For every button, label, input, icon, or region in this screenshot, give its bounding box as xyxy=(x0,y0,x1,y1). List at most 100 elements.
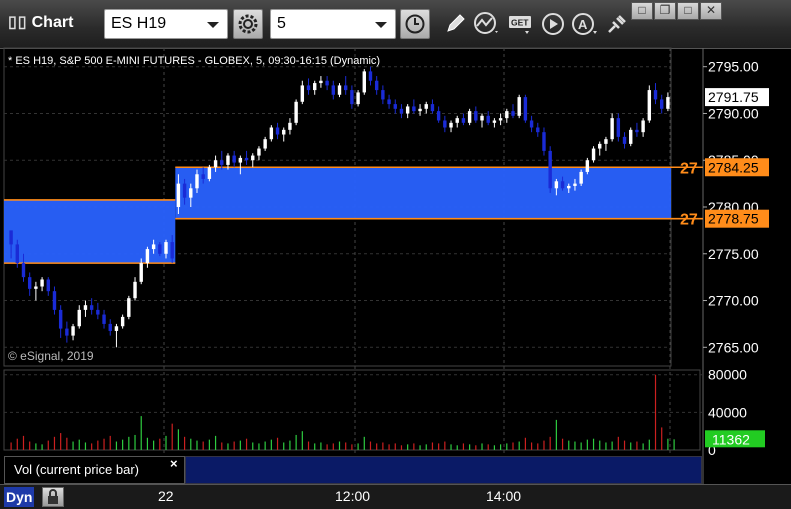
price-axis-label: 2795.00 xyxy=(708,59,759,75)
candle-body xyxy=(263,139,267,149)
volume-last-label: 11362 xyxy=(712,431,750,447)
time-label-1200: 12:00 xyxy=(335,488,371,504)
price-axis-label: 2770.00 xyxy=(708,293,759,309)
candle-body xyxy=(21,263,26,278)
candle-body xyxy=(598,143,602,149)
price-axis-label: 2790.00 xyxy=(708,105,759,121)
candle-body xyxy=(635,129,639,133)
candle-body xyxy=(641,120,645,133)
candle-body xyxy=(523,97,528,121)
candle-body xyxy=(288,122,292,130)
candle-body xyxy=(207,167,212,179)
candle-body xyxy=(201,174,205,179)
candle-body xyxy=(455,118,459,123)
candle-body xyxy=(182,183,187,198)
candle-body xyxy=(405,106,410,114)
candle-body xyxy=(529,120,534,128)
candle-body xyxy=(83,305,88,310)
time-label-22: 22 xyxy=(158,488,174,504)
candle-body xyxy=(195,174,199,189)
candle-body xyxy=(269,127,274,140)
candle-body xyxy=(554,181,559,189)
last-price-label: 2791.75 xyxy=(708,89,759,105)
candle-body xyxy=(467,111,472,123)
copyright-text: © eSignal, 2019 xyxy=(8,349,94,363)
candle-body xyxy=(430,104,435,112)
candle-body xyxy=(40,279,44,287)
candle-body xyxy=(145,249,150,264)
candle-body xyxy=(71,326,75,336)
candle-body xyxy=(170,242,174,259)
candle-body xyxy=(393,104,397,109)
candle-body xyxy=(139,263,143,282)
candle-body xyxy=(337,85,342,95)
candle-body xyxy=(356,92,360,105)
candle-body xyxy=(610,118,614,140)
vol-label-bar xyxy=(185,456,702,484)
candle-body xyxy=(331,85,336,95)
candle-body xyxy=(313,83,317,91)
candle-body xyxy=(418,108,422,112)
candle-body xyxy=(325,80,329,86)
candle-body xyxy=(343,85,348,91)
lock-button[interactable] xyxy=(42,487,64,507)
candle-body xyxy=(424,104,428,109)
volume-axis-label: 40000 xyxy=(708,404,747,420)
candle-body xyxy=(436,111,441,121)
candle-body xyxy=(653,90,658,100)
chart-window: ▯▯ Chart ES H19 5 GET A □ ❐ □ ✕ 2795.00 … xyxy=(0,0,791,509)
zone-fill xyxy=(4,199,176,264)
candle-body xyxy=(660,99,664,109)
candle-body xyxy=(511,111,515,116)
candle-body xyxy=(536,127,540,133)
candle-body xyxy=(616,118,621,137)
candle-body xyxy=(486,115,490,123)
candle-body xyxy=(548,150,552,189)
candle-body xyxy=(257,148,261,156)
candle-body xyxy=(585,160,590,172)
candle-body xyxy=(449,122,453,128)
candle-body xyxy=(306,85,311,91)
candle-body xyxy=(399,108,404,114)
candle-body xyxy=(622,136,627,144)
candle-body xyxy=(133,281,137,299)
close-icon[interactable]: × xyxy=(170,456,178,471)
candle-body xyxy=(374,80,379,91)
candle-body xyxy=(220,160,224,165)
time-label-1400: 14:00 xyxy=(486,488,522,504)
vol-study-label[interactable]: Vol (current price bar) xyxy=(4,456,185,484)
candle-body xyxy=(579,171,583,184)
candle-body xyxy=(492,120,497,123)
candle-body xyxy=(9,230,13,245)
candle-body xyxy=(517,97,521,116)
candle-body xyxy=(542,132,546,151)
candle-body xyxy=(251,155,255,161)
candle-body xyxy=(461,118,466,123)
dyn-button[interactable]: Dyn xyxy=(4,487,35,507)
price-chart[interactable]: 2795.002790.002785.002780.002775.002770.… xyxy=(0,0,791,509)
candle-body xyxy=(300,85,305,102)
zone-price-label: 2784.25 xyxy=(708,159,759,175)
candle-body xyxy=(647,90,652,121)
candle-body xyxy=(387,99,391,105)
candle-body xyxy=(213,160,218,168)
candle-body xyxy=(362,71,366,93)
grid-lines xyxy=(3,47,704,484)
candle-body xyxy=(238,157,243,163)
candle-body xyxy=(629,129,633,144)
candle-body xyxy=(52,291,57,310)
candle-body xyxy=(96,309,100,315)
candle-body xyxy=(108,323,112,331)
candle-body xyxy=(65,328,69,336)
candle-body xyxy=(127,298,131,317)
candle-body xyxy=(319,80,323,84)
candle-body xyxy=(102,314,106,324)
bottom-bar: Dyn xyxy=(0,484,791,509)
candle-body xyxy=(350,90,354,105)
candle-body xyxy=(189,188,193,198)
candle-body xyxy=(34,286,38,289)
candle-body xyxy=(46,279,50,292)
candle-body xyxy=(474,111,478,121)
zone-rectangles xyxy=(4,166,703,264)
candle-body xyxy=(591,148,596,161)
